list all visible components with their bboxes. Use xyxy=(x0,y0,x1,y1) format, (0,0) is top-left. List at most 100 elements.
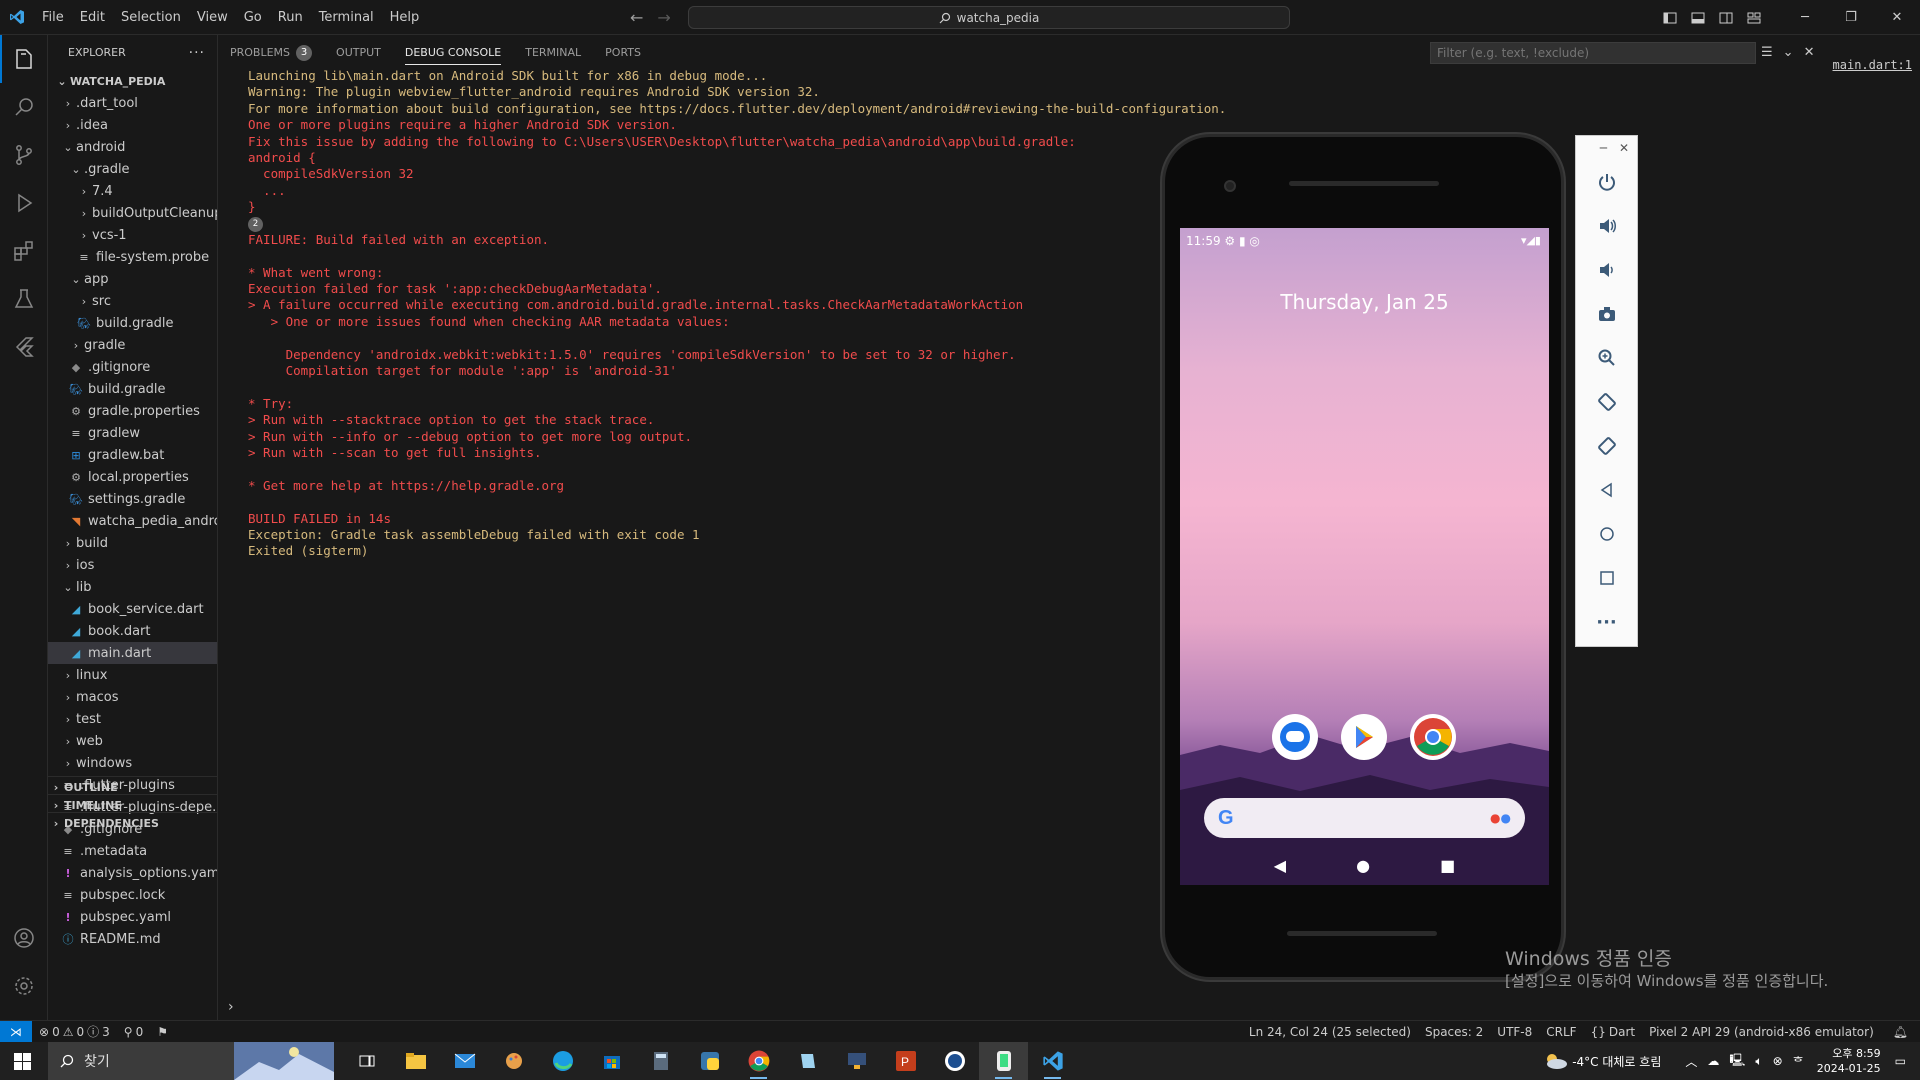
tree-item-file[interactable]: ⓘ README.md xyxy=(48,928,217,950)
source-reference-link[interactable]: main.dart:1 xyxy=(1833,58,1912,72)
messages-app-icon[interactable] xyxy=(1272,714,1318,760)
tree-item-folder[interactable]: › windows xyxy=(48,752,217,774)
end-of-line[interactable]: CRLF xyxy=(1539,1025,1583,1039)
flutter-icon[interactable] xyxy=(0,323,48,371)
menu-item-go[interactable]: Go xyxy=(236,0,270,35)
tree-item-folder[interactable]: › linux xyxy=(48,664,217,686)
encoding[interactable]: UTF-8 xyxy=(1490,1025,1539,1039)
tree-item-folder[interactable]: ⌄ .gradle xyxy=(48,158,217,180)
tree-item-file[interactable]: ≡ gradlew xyxy=(48,422,217,444)
python-icon[interactable] xyxy=(685,1042,734,1080)
emulator-close-icon[interactable]: ✕ xyxy=(1619,141,1629,155)
tree-item-file[interactable]: ◢ book_service.dart xyxy=(48,598,217,620)
tree-item-folder[interactable]: › web xyxy=(48,730,217,752)
tree-item-file[interactable]: 🐘︎ settings.gradle xyxy=(48,488,217,510)
weather-widget[interactable]: -4°C 대체로 흐림 xyxy=(1537,1051,1666,1071)
tree-item-folder[interactable]: › vcs-1 xyxy=(48,224,217,246)
forward-arrow-icon[interactable]: → xyxy=(657,8,670,27)
debug-status-icon[interactable]: ⚑ xyxy=(150,1025,175,1039)
back-triangle-icon[interactable] xyxy=(1576,468,1637,512)
menu-item-view[interactable]: View xyxy=(189,0,236,35)
tree-item-file[interactable]: 🐘︎ build.gradle xyxy=(48,378,217,400)
task-view-icon[interactable] xyxy=(342,1042,391,1080)
tree-item-folder[interactable]: ⌄ android xyxy=(48,136,217,158)
taskbar-search-box[interactable]: 찾기 xyxy=(48,1042,334,1080)
explorer-icon[interactable] xyxy=(0,35,48,83)
tab-output[interactable]: OUTPUT xyxy=(324,35,393,70)
extensions-icon[interactable] xyxy=(0,227,48,275)
problems-status[interactable]: ⊗ 0 ⚠ 0 ⓘ 3 xyxy=(32,1023,117,1040)
menu-item-terminal[interactable]: Terminal xyxy=(311,0,382,35)
tree-item-folder[interactable]: › gradle xyxy=(48,334,217,356)
search-icon[interactable] xyxy=(0,83,48,131)
tree-item-file[interactable]: ! analysis_options.yaml xyxy=(48,862,217,884)
tree-item-folder[interactable]: › 7.4 xyxy=(48,180,217,202)
source-control-icon[interactable] xyxy=(0,131,48,179)
android-back-icon[interactable]: ◀ xyxy=(1274,856,1286,875)
more-actions-icon[interactable]: ··· xyxy=(189,45,205,61)
console-filter-input[interactable] xyxy=(1430,42,1756,64)
rotate-left-icon[interactable] xyxy=(1576,380,1637,424)
tree-item-file[interactable]: ⊞ gradlew.bat xyxy=(48,444,217,466)
account-icon[interactable] xyxy=(0,914,48,962)
toggle-secondary-sidebar-icon[interactable] xyxy=(1712,0,1740,35)
customize-layout-icon[interactable] xyxy=(1740,0,1768,35)
tree-item-file[interactable]: ◆ .gitignore xyxy=(48,356,217,378)
mail-icon[interactable] xyxy=(440,1042,489,1080)
chrome-taskbar-icon[interactable] xyxy=(734,1042,783,1080)
camera-screenshot-icon[interactable] xyxy=(1576,292,1637,336)
close-panel-icon[interactable]: ✕ xyxy=(1804,45,1815,60)
restore-button[interactable]: ❐ xyxy=(1828,0,1874,35)
tab-terminal[interactable]: TERMINAL xyxy=(513,35,593,70)
tree-item-folder[interactable]: › src xyxy=(48,290,217,312)
volume-up-icon[interactable] xyxy=(1576,204,1637,248)
command-center[interactable]: watcha_pedia xyxy=(688,6,1290,29)
tree-item-folder[interactable]: › buildOutputCleanup xyxy=(48,202,217,224)
tab-ports[interactable]: PORTS xyxy=(593,35,653,70)
store-icon[interactable] xyxy=(587,1042,636,1080)
vscode-taskbar-icon[interactable] xyxy=(1028,1042,1077,1080)
windows-start-icon[interactable] xyxy=(14,1053,31,1074)
overview-square-icon[interactable] xyxy=(1576,556,1637,600)
onedrive-cloud-icon[interactable]: ☁ xyxy=(1702,1054,1724,1068)
toggle-panel-icon[interactable] xyxy=(1684,0,1712,35)
run-debug-icon[interactable] xyxy=(0,179,48,227)
minimize-button[interactable]: ─ xyxy=(1782,0,1828,35)
menu-item-selection[interactable]: Selection xyxy=(113,0,189,35)
word-app-icon[interactable] xyxy=(930,1042,979,1080)
file-explorer-icon[interactable] xyxy=(391,1042,440,1080)
paint-app-icon[interactable] xyxy=(489,1042,538,1080)
section-dependencies[interactable]: › DEPENDENCIES xyxy=(48,812,217,834)
ports-status[interactable]: ⚲ 0 xyxy=(117,1025,150,1039)
volume-down-icon[interactable] xyxy=(1576,248,1637,292)
assistant-icon[interactable]: ●● xyxy=(1490,811,1511,825)
cursor-position[interactable]: Ln 24, Col 24 (25 selected) xyxy=(1242,1025,1418,1039)
toggle-sidebar-icon[interactable] xyxy=(1656,0,1684,35)
console-input-prompt[interactable]: › xyxy=(228,999,234,1015)
tree-item-file[interactable]: ◢ main.dart xyxy=(48,642,217,664)
notifications-bell-icon[interactable]: 🔔︎ xyxy=(1881,1025,1920,1039)
notification-center-icon[interactable]: ▭ xyxy=(1889,1054,1920,1068)
tree-item-file[interactable]: ⚙ local.properties xyxy=(48,466,217,488)
tree-item-folder[interactable]: › .idea xyxy=(48,114,217,136)
menu-item-run[interactable]: Run xyxy=(270,0,311,35)
clear-console-icon[interactable]: ☰ xyxy=(1761,45,1773,60)
tab-debug-console[interactable]: DEBUG CONSOLE xyxy=(393,35,513,70)
tree-item-folder[interactable]: › macos xyxy=(48,686,217,708)
tree-item-file[interactable]: ◢ book.dart xyxy=(48,620,217,642)
zoom-icon[interactable] xyxy=(1576,336,1637,380)
emulator-screen[interactable]: 11:59 ⚙ ▮ ◎ ▾◢▮ Thursday, Jan 25 G ●● ◀ … xyxy=(1180,228,1549,885)
testing-icon[interactable] xyxy=(0,275,48,323)
tree-item-file[interactable]: ≡ file-system.probe xyxy=(48,246,217,268)
android-recents-icon[interactable]: ■ xyxy=(1440,856,1455,875)
notepad-icon[interactable] xyxy=(783,1042,832,1080)
tree-item-folder[interactable]: ⌄ lib xyxy=(48,576,217,598)
tree-item-file[interactable]: ≡ .metadata xyxy=(48,840,217,862)
menu-item-help[interactable]: Help xyxy=(382,0,428,35)
menu-item-edit[interactable]: Edit xyxy=(72,0,113,35)
google-search-bar[interactable]: G ●● xyxy=(1204,798,1525,838)
network-tool-icon[interactable] xyxy=(832,1042,881,1080)
tree-item-file[interactable]: ◥ watcha_pedia_andro... xyxy=(48,510,217,532)
android-home-icon[interactable]: ● xyxy=(1356,856,1370,875)
back-arrow-icon[interactable]: ← xyxy=(630,8,643,27)
